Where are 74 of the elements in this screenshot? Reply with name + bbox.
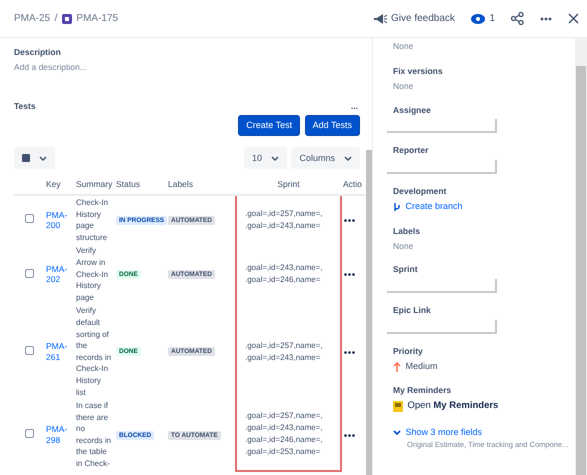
field-label: My Reminders	[393, 384, 452, 397]
close-icon[interactable]	[568, 13, 579, 24]
empty-field[interactable]	[387, 160, 497, 174]
summary-text: Verify default sorting of the records in Check-In History list	[76, 306, 112, 396]
field-value: None	[393, 40, 414, 53]
column-header: Labels	[166, 175, 236, 195]
more-icon[interactable]	[540, 16, 552, 20]
field-value: None	[393, 80, 414, 92]
issue-key-link[interactable]: PMA-200	[46, 210, 72, 231]
column-header: Status	[114, 175, 166, 195]
priority-value: Medium	[406, 360, 438, 373]
more-icon[interactable]	[344, 219, 355, 222]
breadcrumb-link[interactable]: PMA-175	[76, 11, 118, 26]
chevron-icon	[393, 430, 401, 435]
column-header: Sprint	[236, 175, 341, 195]
checkbox[interactable]	[24, 429, 34, 438]
watcher-count: 1	[489, 12, 495, 26]
breadcrumb-separator: /	[54, 12, 58, 26]
field-label: Labels	[393, 224, 421, 238]
square-icon	[22, 154, 30, 162]
field-label: Development	[393, 185, 448, 198]
chevron-icon	[39, 156, 47, 161]
create-branch-link[interactable]: Create branch	[406, 200, 463, 214]
field-label: Priority	[393, 344, 424, 358]
issue-key-link[interactable]: PMA-298	[46, 424, 72, 446]
scrollbar[interactable]	[366, 150, 372, 475]
field-label: Reporter	[393, 144, 430, 157]
more-icon[interactable]	[344, 350, 355, 354]
field-value: None	[393, 240, 414, 252]
feedback-link[interactable]: Give feedback	[391, 11, 455, 26]
share-icon[interactable]	[511, 12, 524, 25]
sprint-value: .goal=,id=243,name=, .goal=,id=246,name=	[245, 262, 323, 286]
more-icon[interactable]	[344, 434, 355, 437]
page-size-select[interactable]: 10	[244, 147, 287, 170]
more-button[interactable]: ...	[350, 100, 358, 113]
summary-text: Verify Arrow in Check-In History page	[76, 246, 108, 302]
chevron-icon	[344, 156, 352, 161]
breadcrumb-link[interactable]: PMA-25	[14, 11, 50, 26]
scrollbar[interactable]	[575, 38, 587, 475]
column-header: Summary	[74, 175, 114, 195]
checkbox[interactable]	[24, 214, 34, 224]
field-label: Sprint	[393, 263, 419, 276]
issue-key-link[interactable]: PMA-261	[46, 341, 72, 362]
sprint-value: .goal=,id=257,name=, .goal=,id=243,name=	[245, 208, 323, 232]
branch-icon	[393, 202, 401, 212]
bulk-select[interactable]	[14, 147, 55, 170]
show-more-link[interactable]: Show 3 more fields	[406, 426, 482, 439]
action-button[interactable]: Add Tests	[304, 114, 360, 136]
sprint-value: .goal=,id=257,name=, .goal=,id=243,name=, .goal=,id=246,name=, .goal=,id=253,name=	[245, 410, 323, 458]
field-label: Assignee	[393, 104, 432, 116]
columns-select[interactable]: Columns	[291, 147, 360, 170]
section-label: Description	[14, 46, 62, 59]
megaphone-icon	[372, 12, 386, 24]
sprint-value: .goal=,id=257,name=, .goal=,id=243,name=	[245, 340, 323, 364]
eye-icon[interactable]	[470, 14, 485, 24]
reminder-icon	[393, 400, 403, 412]
field-label: Fix versions	[393, 64, 444, 78]
more-icon[interactable]	[344, 273, 355, 276]
checkbox[interactable]	[24, 346, 34, 355]
empty-field[interactable]	[387, 119, 497, 134]
description-field[interactable]: Add a description...	[14, 61, 366, 74]
checkbox[interactable]	[24, 268, 34, 278]
empty-field[interactable]	[387, 279, 497, 293]
chevron-icon	[270, 156, 279, 161]
issue-key-link[interactable]: PMA-202	[46, 264, 72, 285]
field-label: Epic Link	[393, 304, 432, 317]
arrow-up-icon	[393, 362, 401, 372]
section-title: Tests	[14, 100, 36, 113]
summary-text: In case if there are no records in the table in Check-	[76, 401, 112, 468]
empty-field[interactable]	[387, 320, 497, 334]
action-button[interactable]: Create Test	[238, 114, 300, 136]
reminders-link[interactable]: Open My Reminders	[408, 399, 498, 414]
column-header: Key	[44, 175, 74, 195]
summary-text: Check-In History page structure	[76, 198, 108, 242]
